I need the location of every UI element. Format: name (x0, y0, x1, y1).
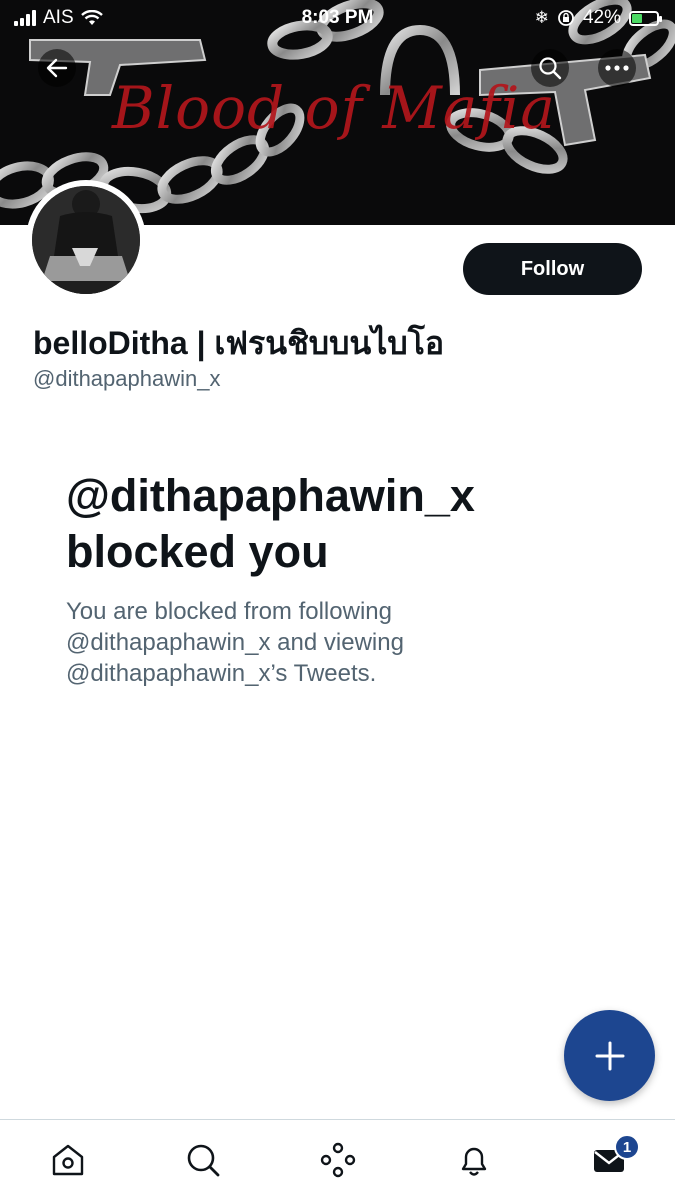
banner-title: Blood of Mafia (112, 74, 556, 142)
tab-home[interactable] (46, 1138, 90, 1182)
status-bar: AIS 8:03 PM ❄ 42% (0, 0, 675, 34)
more-options-button[interactable] (598, 49, 636, 87)
tab-notifications[interactable] (452, 1138, 496, 1182)
blocked-description: You are blocked from following @dithapap… (66, 596, 566, 689)
arrow-left-icon (46, 58, 68, 78)
plus-icon (595, 1041, 624, 1070)
home-icon (52, 1144, 84, 1176)
tab-search[interactable] (181, 1138, 225, 1182)
compose-tweet-button[interactable] (564, 1010, 655, 1101)
back-button[interactable] (38, 49, 76, 87)
orientation-lock-icon (558, 10, 574, 26)
avatar[interactable] (26, 180, 146, 300)
more-horizontal-icon (605, 65, 629, 71)
avatar-image (32, 186, 140, 294)
snowflake-icon: ❄ (534, 8, 549, 27)
profile-search-button[interactable] (531, 49, 569, 87)
battery-percent: 42% (582, 7, 621, 28)
blocked-heading-handle: @dithapaphawin_x (66, 470, 475, 521)
search-icon (539, 57, 562, 80)
tab-spaces[interactable] (316, 1138, 360, 1182)
follow-button[interactable]: Follow (463, 243, 642, 295)
search-icon (187, 1144, 220, 1177)
avatar-person-illustration (32, 186, 140, 294)
battery-icon (629, 10, 662, 26)
profile-handle: @dithapaphawin_x (33, 366, 221, 391)
spaces-icon (320, 1142, 356, 1178)
blocked-description-line: @dithapaphawin_x and viewing (66, 629, 404, 656)
display-name: belloDitha | เฟรนชิบบนไบโอ (33, 325, 445, 361)
blocked-heading-text: blocked you (66, 526, 329, 577)
battery-fill (632, 13, 642, 23)
messages-badge: 1 (614, 1134, 640, 1160)
notifications-icon (461, 1147, 487, 1176)
bottom-tab-bar (0, 1119, 675, 1200)
blocked-description-line: You are blocked from following (66, 598, 392, 625)
blocked-heading: @dithapaphawin_x blocked you (66, 468, 626, 580)
blocked-description-line: @dithapaphawin_x’s Tweets. (66, 660, 377, 687)
profile-page: Blood of Mafia AIS 8:03 PM ❄ 42% Follow … (0, 0, 675, 1200)
